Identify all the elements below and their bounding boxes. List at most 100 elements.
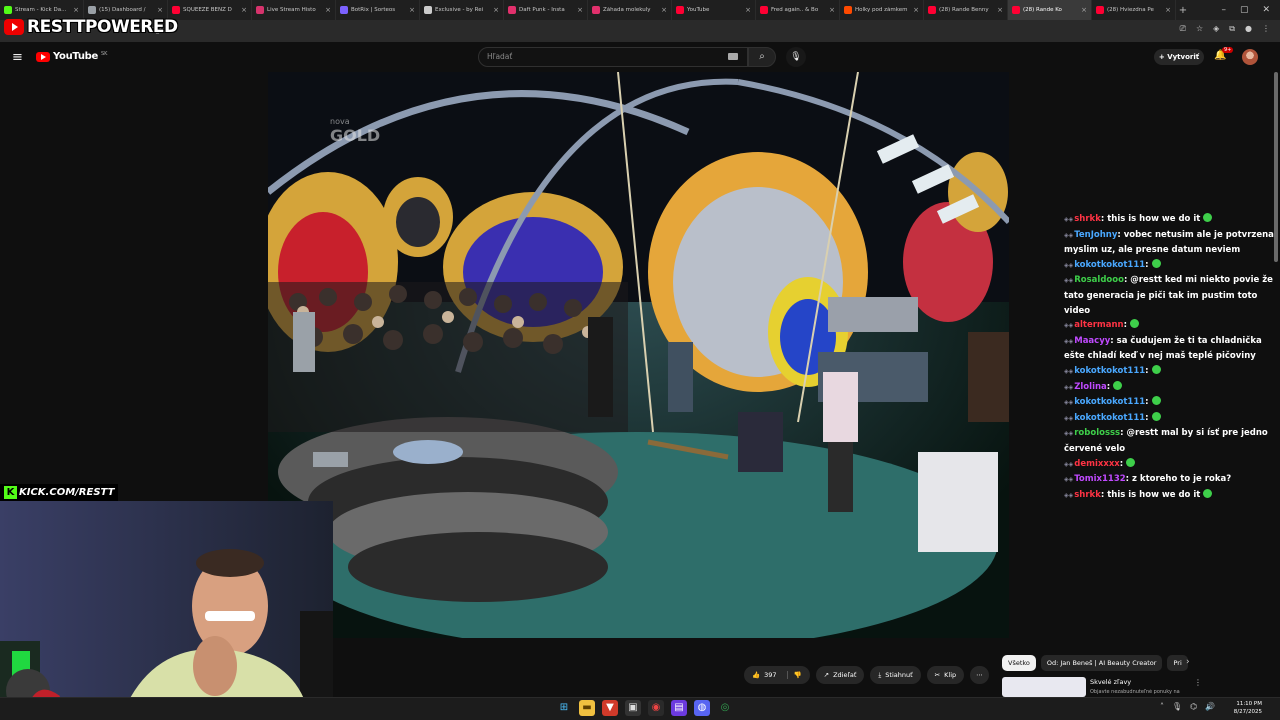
- tab-close-icon[interactable]: ×: [997, 6, 1003, 14]
- tab-close-icon[interactable]: ×: [745, 6, 751, 14]
- page-scrollbar[interactable]: [1274, 72, 1278, 262]
- tab-title: Fred again.. & Bo: [771, 7, 819, 13]
- chat-username[interactable]: shrkk: [1074, 490, 1101, 500]
- browser-tab[interactable]: YouTube ×: [672, 0, 756, 20]
- share-button[interactable]: ↗ Zdieľať: [815, 666, 865, 684]
- chat-username[interactable]: kokotkokot111: [1074, 260, 1145, 270]
- browser-tab[interactable]: SQUEEZE BENZ D ×: [168, 0, 252, 20]
- browser-tab[interactable]: Daft Punk - Insta ×: [504, 0, 588, 20]
- obs-icon[interactable]: ◉: [648, 700, 664, 716]
- browser-tab[interactable]: Holky pod zámkem ×: [840, 0, 924, 20]
- chat-username[interactable]: TenJohny: [1074, 230, 1117, 240]
- cast-icon[interactable]: ⎚: [1180, 24, 1186, 34]
- browser-tab[interactable]: BotRix | Sorteos ×: [336, 0, 420, 20]
- create-button[interactable]: + Vytvoriť: [1154, 49, 1204, 65]
- file-explorer-icon[interactable]: ▬: [579, 700, 595, 716]
- more-dots-icon: ⋯: [976, 671, 983, 679]
- chat-username[interactable]: Zlolina: [1074, 382, 1107, 392]
- download-icon: ⤓: [878, 670, 882, 679]
- terminal-icon[interactable]: ▣: [625, 700, 641, 716]
- browser-tab[interactable]: Záhada molekuly ×: [588, 0, 672, 20]
- minimize-icon[interactable]: –: [1221, 5, 1226, 15]
- chat-separator: :: [1123, 320, 1130, 331]
- tab-close-icon[interactable]: ×: [493, 6, 499, 14]
- chat-username[interactable]: Tomix1132: [1074, 474, 1125, 484]
- hamburger-menu-icon[interactable]: ≡: [12, 50, 23, 65]
- chat-message: ◈◈demixxxx:: [1064, 457, 1274, 473]
- chat-username[interactable]: Rosaldooo: [1074, 275, 1124, 285]
- clip-button[interactable]: ✂ Klip: [926, 666, 965, 684]
- more-actions-button[interactable]: ⋯: [970, 666, 989, 684]
- chat-username[interactable]: kokotkokot111: [1074, 397, 1145, 407]
- puzzle-icon[interactable]: ⧉: [1229, 24, 1235, 34]
- tab-close-icon[interactable]: ×: [577, 6, 583, 14]
- tab-close-icon[interactable]: ×: [1081, 6, 1087, 14]
- browser-tab[interactable]: (28) Hviezdna Pe ×: [1092, 0, 1176, 20]
- chat-username[interactable]: demixxxx: [1074, 459, 1120, 469]
- chat-message: ◈◈kokotkokot111:: [1064, 395, 1274, 411]
- chat-message: ◈◈shrkk: this is how we do it: [1064, 212, 1274, 228]
- keyboard-icon[interactable]: [728, 53, 738, 60]
- youtube-logo[interactable]: YouTube SK: [36, 51, 107, 62]
- discord-icon[interactable]: ◍: [694, 700, 710, 716]
- network-icon[interactable]: ⌬: [1190, 702, 1197, 711]
- recommendation-menu-icon[interactable]: ⋮: [1194, 678, 1202, 687]
- like-count: 397: [764, 671, 777, 679]
- browser-menu-icon[interactable]: ⋮: [1262, 24, 1270, 34]
- taskbar-clock[interactable]: 11:10 PM 8/27/2025: [1228, 700, 1262, 716]
- chat-username[interactable]: kokotkokot111: [1074, 413, 1145, 423]
- browser-tab[interactable]: Live Stream Histo ×: [252, 0, 336, 20]
- like-button[interactable]: 👍 397 👎: [744, 666, 810, 684]
- extension-icon[interactable]: ◈: [1213, 24, 1219, 34]
- chat-message: ◈◈robolosss: @restt mal by si ísť pre je…: [1064, 426, 1274, 456]
- maximize-icon[interactable]: ▢: [1240, 5, 1249, 15]
- browser-tab[interactable]: Exclusive - by Rei ×: [420, 0, 504, 20]
- chat-username[interactable]: kokotkokot111: [1074, 366, 1145, 376]
- chrome-icon[interactable]: ◎: [717, 700, 733, 716]
- chat-username[interactable]: Maacyy: [1074, 336, 1110, 346]
- tab-close-icon[interactable]: ×: [73, 6, 79, 14]
- thumbs-down-icon[interactable]: 👎: [786, 671, 802, 679]
- browser-tab[interactable]: (28) Rande Ko ×: [1008, 0, 1092, 20]
- filter-chip[interactable]: Všetko: [1002, 655, 1036, 671]
- filter-chip[interactable]: Od: Jan Beneš | AI Beauty Creator: [1040, 655, 1163, 671]
- chat-username[interactable]: robolosss: [1074, 428, 1120, 438]
- tab-title: Stream - Kick Da...: [15, 7, 67, 13]
- tab-close-icon[interactable]: ×: [157, 6, 163, 14]
- url-field[interactable]: E-_6u4: [150, 24, 1110, 38]
- new-tab-button[interactable]: +: [1176, 5, 1190, 16]
- profile-icon[interactable]: ●: [1245, 24, 1252, 34]
- filter-chip[interactable]: Pri: [1167, 655, 1188, 671]
- tab-close-icon[interactable]: ×: [409, 6, 415, 14]
- tab-close-icon[interactable]: ×: [325, 6, 331, 14]
- chevron-up-icon[interactable]: ˄: [1160, 702, 1164, 711]
- tab-close-icon[interactable]: ×: [829, 6, 835, 14]
- browser-tab[interactable]: (28) Rande Benny ×: [924, 0, 1008, 20]
- search-input[interactable]: Hľadať: [478, 47, 748, 67]
- account-avatar[interactable]: [1242, 49, 1258, 65]
- brave-browser-icon[interactable]: ▼: [602, 700, 618, 716]
- browser-tab[interactable]: Fred again.. & Bo ×: [756, 0, 840, 20]
- tab-title: (28) Hviezdna Pe: [1107, 7, 1154, 13]
- tab-close-icon[interactable]: ×: [913, 6, 919, 14]
- tab-close-icon[interactable]: ×: [241, 6, 247, 14]
- tab-title: YouTube: [687, 7, 710, 13]
- close-icon[interactable]: ✕: [1262, 5, 1270, 15]
- chat-username[interactable]: altermann: [1074, 320, 1123, 330]
- windows-start-icon[interactable]: ⊞: [556, 700, 572, 716]
- bookmark-star-icon[interactable]: ☆: [1196, 24, 1203, 34]
- twitch-icon[interactable]: ▤: [671, 700, 687, 716]
- voice-search-button[interactable]: 🎙: [786, 47, 806, 67]
- mic-tray-icon[interactable]: 🎙: [1172, 702, 1182, 711]
- chevron-right-icon[interactable]: ›: [1186, 657, 1190, 667]
- tab-title: Holky pod zámkem: [855, 7, 908, 13]
- search-button[interactable]: ⌕: [748, 47, 776, 67]
- recommendation-title[interactable]: Skvelé zľavy: [1090, 678, 1131, 686]
- download-button[interactable]: ⤓ Stiahnuť: [870, 666, 921, 684]
- tab-close-icon[interactable]: ×: [1165, 6, 1171, 14]
- tab-close-icon[interactable]: ×: [661, 6, 667, 14]
- chat-username[interactable]: shrkk: [1074, 214, 1101, 224]
- video-player[interactable]: [268, 72, 1009, 638]
- recommendation-thumbnail[interactable]: [1002, 677, 1086, 697]
- volume-icon[interactable]: 🔊: [1205, 702, 1215, 711]
